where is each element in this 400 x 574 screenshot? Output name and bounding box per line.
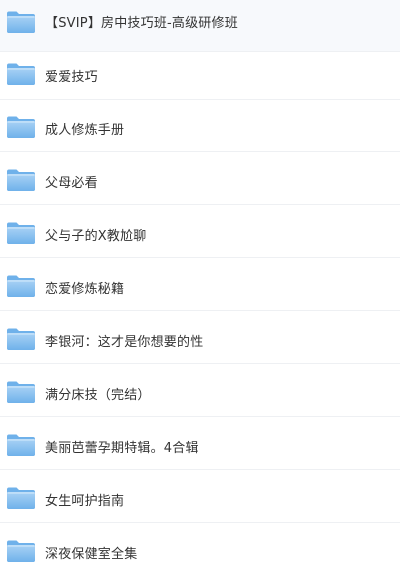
folder-icon (6, 168, 36, 192)
list-item-folder[interactable]: 父母必看 (0, 153, 400, 205)
folder-name: 深夜保健室全集 (45, 547, 138, 562)
folder-name: 爱爱技巧 (45, 70, 98, 85)
list-item-folder[interactable]: 李银河：这才是你想要的性 (0, 312, 400, 364)
folder-name: 成人修炼手册 (45, 123, 125, 138)
list-item-folder[interactable]: 深夜保健室全集 (0, 524, 400, 574)
list-item-folder[interactable]: 爱爱技巧 (0, 48, 400, 100)
folder-name: 美丽芭蕾孕期特辑。4合辑 (45, 441, 199, 456)
list-item-folder[interactable]: 成人修炼手册 (0, 100, 400, 152)
folder-icon (6, 274, 36, 298)
folder-name: 恋爱修炼秘籍 (45, 282, 125, 297)
folder-icon (6, 380, 36, 404)
folder-icon (6, 115, 36, 139)
folder-icon (6, 62, 36, 86)
list-item-folder[interactable]: 满分床技（完结） (0, 365, 400, 417)
list-item-folder[interactable]: 父与子的X教尬聊 (0, 206, 400, 258)
folder-icon (6, 221, 36, 245)
folder-icon (6, 10, 36, 34)
list-item-folder[interactable]: 恋爱修炼秘籍 (0, 259, 400, 311)
folder-icon (6, 539, 36, 563)
folder-name: 满分床技（完结） (45, 388, 151, 403)
file-list: 【SVIP】房中技巧班-高级研修班 爱爱技巧 成人修炼手册 父母必看 父与子的X… (0, 0, 400, 574)
folder-name: 【SVIP】房中技巧班-高级研修班 (45, 16, 238, 31)
folder-name: 李银河：这才是你想要的性 (45, 335, 204, 350)
folder-name: 父母必看 (45, 176, 98, 191)
list-item-folder[interactable]: 女生呵护指南 (0, 471, 400, 523)
list-item-folder[interactable]: 美丽芭蕾孕期特辑。4合辑 (0, 418, 400, 470)
list-item-folder[interactable]: 【SVIP】房中技巧班-高级研修班 (0, 0, 400, 52)
folder-icon (6, 433, 36, 457)
folder-icon (6, 486, 36, 510)
folder-name: 父与子的X教尬聊 (45, 229, 147, 244)
folder-name: 女生呵护指南 (45, 494, 125, 509)
folder-icon (6, 327, 36, 351)
